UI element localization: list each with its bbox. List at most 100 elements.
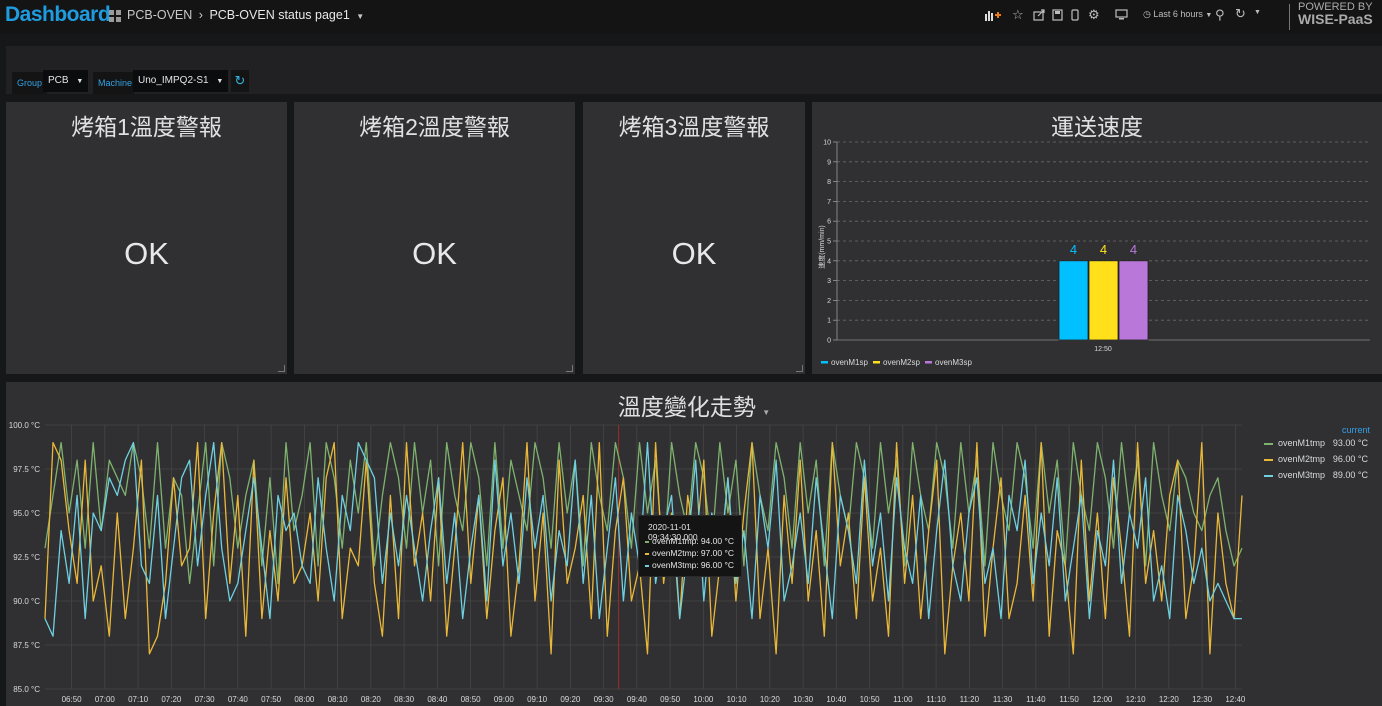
refresh-icon[interactable]: ↻ — [1235, 6, 1246, 22]
x-tick-label: 09:20 — [560, 695, 581, 704]
legend-current-value: 93.00 °C — [1332, 438, 1368, 448]
variables-refresh-icon[interactable]: ↻ — [231, 70, 249, 92]
graph-hover-tooltip: 2020-11-01 09:34:30.000 ovenM1tmp: 94.00… — [638, 515, 742, 577]
dashboard-brand[interactable]: Dashboard — [5, 3, 111, 27]
y-tick-label: 85.0 °C — [13, 685, 40, 694]
tooltip-row-ovenm1tmp: ovenM1tmp: 94.00 °C — [645, 536, 737, 547]
bar-legend-swatch — [925, 361, 932, 364]
x-tick-label: 08:00 — [294, 695, 315, 704]
mobile-view-icon[interactable] — [1071, 9, 1079, 21]
panel-title[interactable]: 烤箱2溫度警報 — [294, 108, 575, 142]
legend-item-ovenm3tmp[interactable]: ovenM3tmp 89.00 °C — [1258, 469, 1374, 483]
panel-resize-handle[interactable] — [566, 365, 573, 372]
breadcrumb-folder[interactable]: PCB-OVEN — [127, 8, 192, 22]
save-icon[interactable] — [1052, 9, 1063, 21]
x-tick-label: 12:10 — [1126, 695, 1147, 704]
top-navbar: Dashboard PCB-OVEN › PCB-OVEN status pag… — [0, 0, 1382, 34]
zoom-out-icon[interactable]: ⚲ — [1215, 7, 1225, 23]
tooltip-series-name: ovenM3tmp: — [652, 560, 699, 570]
x-tick-label: 09:00 — [494, 695, 515, 704]
time-range-label: Last 6 hours — [1153, 9, 1203, 19]
logo-divider — [1289, 4, 1290, 30]
legend-swatch[interactable] — [1264, 459, 1273, 461]
x-tick-label: 08:40 — [427, 695, 448, 704]
x-tick-label: 07:40 — [228, 695, 249, 704]
x-tick-label: 07:30 — [195, 695, 216, 704]
machine-variable-label: Machine — [93, 72, 134, 94]
legend-series-name[interactable]: ovenM1tmp — [1278, 438, 1325, 448]
speed-bar-chart: 012345678910速度(mm/min) 4 4 412:50ovenM1sp ov… — [817, 140, 1370, 367]
conveyor-speed-panel: 運送速度 0 1 2 3 4 5 6 7 8 9 10 速度(mm/min) 4 4 4 12:50 ovenM… — [812, 102, 1382, 374]
y-tick-label: 10 — [823, 140, 831, 147]
alert-status-value: OK — [412, 236, 457, 271]
add-panel-icon[interactable] — [984, 8, 1002, 22]
page-dropdown-caret-icon[interactable]: ▼ — [356, 12, 364, 21]
tooltip-swatch — [645, 553, 649, 555]
breadcrumb[interactable]: PCB-OVEN › PCB-OVEN status page1 ▼ — [127, 8, 364, 22]
bar-legend-swatch — [821, 361, 828, 364]
x-tick-label: 10:30 — [793, 695, 814, 704]
x-tick-label: 11:10 — [926, 695, 946, 704]
tooltip-value: 96.00 °C — [700, 560, 734, 570]
time-picker[interactable]: ◷ Last 6 hours ▼ — [1143, 9, 1212, 20]
x-tick-label: 07:10 — [128, 695, 149, 704]
x-tick-label: 12:30 — [1192, 695, 1213, 704]
panel-title[interactable]: 烤箱1溫度警報 — [6, 108, 287, 142]
group-caret-icon: ▼ — [76, 78, 84, 85]
tooltip-series-name: ovenM2tmp: — [652, 548, 699, 558]
y-tick-label: 8 — [827, 179, 831, 186]
refresh-interval-caret-icon[interactable]: ▼ — [1254, 9, 1261, 16]
share-icon[interactable] — [1033, 9, 1045, 21]
x-tick-label: 09:40 — [627, 695, 648, 704]
legend-current-value: 89.00 °C — [1332, 470, 1368, 480]
tooltip-swatch — [645, 541, 649, 543]
y-tick-label: 4 — [827, 258, 831, 265]
logo-line2: WISE-PaaS — [1298, 11, 1373, 27]
settings-gear-icon[interactable]: ⚙ — [1088, 7, 1100, 23]
y-tick-label: 6 — [827, 219, 831, 226]
oven3-alert-panel: 烤箱3溫度警報 OK — [583, 102, 805, 374]
machine-variable-select[interactable]: Uno_IMPQ2-S1 ▼ — [133, 70, 229, 92]
legend-series-name[interactable]: ovenM2tmp — [1278, 454, 1325, 464]
dashboards-grid-icon[interactable] — [109, 10, 122, 23]
x-tick-label: 09:30 — [594, 695, 615, 704]
y-tick-label: 0 — [827, 338, 831, 345]
y-tick-label: 92.5 °C — [13, 553, 40, 562]
legend-swatch[interactable] — [1264, 475, 1273, 477]
bar-ovenM1sp — [1058, 260, 1089, 341]
panel-title[interactable]: 烤箱3溫度警報 — [583, 108, 805, 142]
x-tick-label: 12:50 — [1094, 346, 1112, 353]
legend-current-header[interactable]: current — [1342, 425, 1370, 435]
legend-current-value: 96.00 °C — [1332, 454, 1368, 464]
legend-series-name[interactable]: ovenM3tmp — [1278, 470, 1325, 480]
legend-item-ovenm2tmp[interactable]: ovenM2tmp 96.00 °C — [1258, 453, 1374, 467]
tv-mode-icon[interactable] — [1115, 9, 1128, 21]
bar-value-label: 4 — [1070, 242, 1077, 257]
wise-paas-logo: POWERED BY WISE-PaaS — [1298, 1, 1373, 27]
group-variable-select[interactable]: PCB ▼ — [43, 70, 89, 92]
tooltip-row-ovenm3tmp: ovenM3tmp: 96.00 °C — [645, 560, 737, 571]
bar-legend-label: ovenM1sp — [831, 358, 868, 367]
x-tick-label: 12:20 — [1159, 695, 1180, 704]
x-tick-label: 10:50 — [860, 695, 881, 704]
x-tick-label: 10:40 — [826, 695, 847, 704]
breadcrumb-page[interactable]: PCB-OVEN status page1 — [209, 8, 349, 22]
star-icon[interactable]: ☆ — [1012, 7, 1024, 23]
bar-legend-swatch — [873, 361, 880, 364]
x-tick-label: 09:50 — [660, 695, 681, 704]
y-tick-label: 1 — [827, 318, 831, 325]
oven2-alert-panel: 烤箱2溫度警報 OK — [294, 102, 575, 374]
panel-resize-handle[interactable] — [796, 365, 803, 372]
x-tick-label: 06:50 — [62, 695, 83, 704]
panel-resize-handle[interactable] — [278, 365, 285, 372]
group-variable-value: PCB — [48, 75, 69, 86]
y-tick-label: 9 — [827, 159, 831, 166]
x-tick-label: 11:50 — [1059, 695, 1079, 704]
legend-swatch[interactable] — [1264, 443, 1273, 445]
legend-item-ovenm1tmp[interactable]: ovenM1tmp 93.00 °C — [1258, 437, 1374, 451]
bar-value-label: 4 — [1130, 242, 1137, 257]
breadcrumb-chevron-icon: › — [198, 8, 203, 22]
tooltip-value: 94.00 °C — [700, 536, 734, 546]
bar-ovenM3sp — [1118, 260, 1149, 341]
x-tick-label: 07:20 — [161, 695, 182, 704]
